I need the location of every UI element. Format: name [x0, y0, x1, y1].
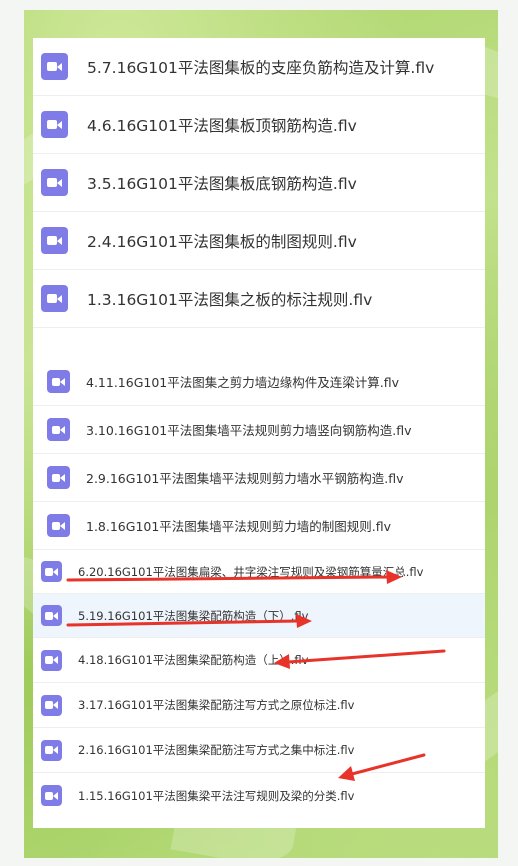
- file-row[interactable]: 4.6.16G101平法图集板顶钢筋构造.flv: [33, 96, 485, 154]
- file-row[interactable]: 1.15.16G101平法图集梁平法注写规则及梁的分类.flv: [33, 773, 485, 818]
- file-name: 4.11.16G101平法图集之剪力墙边缘构件及连梁计算.flv: [86, 375, 400, 390]
- file-name: 6.20.16G101平法图集扁梁、井字梁注写规则及梁钢筋算量汇总.flv: [78, 564, 424, 579]
- video-file-icon: [41, 53, 68, 80]
- file-name: 5.19.16G101平法图集梁配筋构造（下）.flv: [78, 608, 309, 623]
- video-file-icon: [41, 169, 68, 196]
- file-row-selected[interactable]: 5.19.16G101平法图集梁配筋构造（下）.flv: [33, 594, 485, 638]
- file-row[interactable]: 4.11.16G101平法图集之剪力墙边缘构件及连梁计算.flv: [33, 358, 485, 406]
- file-row[interactable]: 1.3.16G101平法图集之板的标注规则.flv: [33, 270, 485, 328]
- file-row[interactable]: 6.20.16G101平法图集扁梁、井字梁注写规则及梁钢筋算量汇总.flv: [33, 550, 485, 594]
- video-file-icon: [41, 739, 62, 761]
- file-row[interactable]: 2.9.16G101平法图集墙平法规则剪力墙水平钢筋构造.flv: [33, 454, 485, 502]
- video-file-icon: [41, 785, 62, 806]
- file-name: 4.6.16G101平法图集板顶钢筋构造.flv: [87, 116, 357, 135]
- file-name: 2.16.16G101平法图集梁配筋注写方式之集中标注.flv: [78, 743, 355, 757]
- file-name: 2.4.16G101平法图集板的制图规则.flv: [87, 232, 357, 251]
- file-name: 5.7.16G101平法图集板的支座负筋构造及计算.flv: [87, 58, 435, 77]
- file-name: 1.15.16G101平法图集梁平法注写规则及梁的分类.flv: [78, 788, 355, 803]
- video-file-icon: [41, 694, 62, 716]
- file-list-panel: 5.7.16G101平法图集板的支座负筋构造及计算.flv 4.6.16G101…: [33, 38, 485, 828]
- file-row[interactable]: 1.8.16G101平法图集墙平法规则剪力墙的制图规则.flv: [33, 502, 485, 550]
- video-file-icon: [41, 227, 68, 254]
- video-file-icon: [47, 514, 70, 537]
- video-file-icon: [41, 649, 62, 671]
- video-file-icon: [41, 285, 68, 312]
- file-name: 3.17.16G101平法图集梁配筋注写方式之原位标注.flv: [78, 698, 355, 712]
- file-name: 3.5.16G101平法图集板底钢筋构造.flv: [87, 174, 357, 193]
- video-file-icon: [47, 370, 70, 393]
- video-file-icon: [41, 111, 68, 138]
- file-name: 3.10.16G101平法图集墙平法规则剪力墙竖向钢筋构造.flv: [86, 423, 412, 438]
- file-row[interactable]: 5.7.16G101平法图集板的支座负筋构造及计算.flv: [33, 38, 485, 96]
- file-name: 1.8.16G101平法图集墙平法规则剪力墙的制图规则.flv: [86, 519, 392, 534]
- video-file-icon: [47, 418, 70, 441]
- video-file-icon: [47, 466, 70, 489]
- file-row[interactable]: 2.16.16G101平法图集梁配筋注写方式之集中标注.flv: [33, 728, 485, 773]
- file-row[interactable]: 3.17.16G101平法图集梁配筋注写方式之原位标注.flv: [33, 683, 485, 728]
- video-file-icon: [41, 561, 62, 582]
- file-row[interactable]: 2.4.16G101平法图集板的制图规则.flv: [33, 212, 485, 270]
- file-row[interactable]: 3.10.16G101平法图集墙平法规则剪力墙竖向钢筋构造.flv: [33, 406, 485, 454]
- video-file-icon: [41, 605, 62, 626]
- file-name: 4.18.16G101平法图集梁配筋构造（上）.flv: [78, 653, 309, 667]
- file-name: 1.3.16G101平法图集之板的标注规则.flv: [87, 290, 373, 309]
- file-name: 2.9.16G101平法图集墙平法规则剪力墙水平钢筋构造.flv: [86, 471, 404, 486]
- file-row[interactable]: 3.5.16G101平法图集板底钢筋构造.flv: [33, 154, 485, 212]
- green-leaf-background: 5.7.16G101平法图集板的支座负筋构造及计算.flv 4.6.16G101…: [24, 10, 498, 858]
- file-row[interactable]: 4.18.16G101平法图集梁配筋构造（上）.flv: [33, 638, 485, 683]
